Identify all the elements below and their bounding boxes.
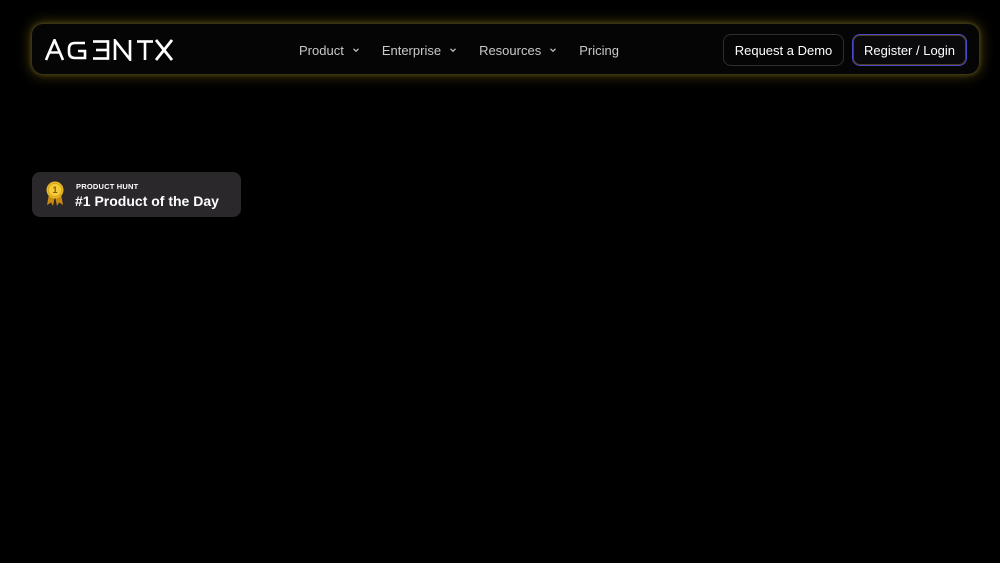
nav-item-label: Pricing [579, 42, 619, 58]
nav-item-pricing[interactable]: Pricing [579, 43, 619, 58]
badge-title: #1 Product of the Day [75, 193, 219, 209]
nav-item-resources[interactable]: Resources [479, 43, 557, 58]
chevron-down-icon [352, 46, 360, 54]
register-login-button[interactable]: Register / Login [852, 34, 967, 66]
badge-kicker: PRODUCT HUNT [76, 182, 139, 191]
agentx-logo-mark [45, 39, 173, 61]
product-hunt-badge[interactable]: 1 PRODUCT HUNT #1 Product of the Day [32, 172, 241, 217]
chevron-down-icon [449, 46, 457, 54]
chevron-down-icon [549, 46, 557, 54]
top-navbar: Product Enterprise Resources Pricing Req… [31, 23, 980, 75]
request-demo-button[interactable]: Request a Demo [723, 34, 844, 66]
svg-text:1: 1 [52, 185, 57, 195]
nav-item-label: Product [299, 42, 344, 58]
medal-icon: 1 [45, 181, 65, 207]
nav-item-product[interactable]: Product [299, 43, 360, 58]
logo[interactable] [45, 34, 173, 66]
main-nav: Product Enterprise Resources Pricing [299, 24, 641, 76]
nav-item-label: Resources [479, 42, 542, 58]
nav-item-enterprise[interactable]: Enterprise [382, 43, 457, 58]
nav-item-label: Enterprise [381, 42, 442, 58]
